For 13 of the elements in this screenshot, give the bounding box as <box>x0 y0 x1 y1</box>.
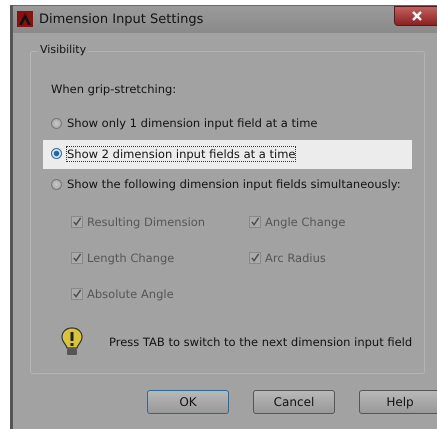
close-button[interactable] <box>394 6 437 26</box>
close-icon <box>411 11 423 21</box>
window-title: Dimension Input Settings <box>39 12 204 26</box>
hint-text: Press TAB to switch to the next dimension input field <box>109 334 412 348</box>
radio-option[interactable]: Show the following dimension input fields simultaneously: <box>51 177 401 191</box>
group-title: Visibility <box>38 43 88 56</box>
section-heading: When grip-stretching: <box>50 81 178 98</box>
dialog-button[interactable]: Help <box>359 390 437 414</box>
dialog-button[interactable]: Cancel <box>253 390 335 414</box>
app-logo-icon <box>17 11 33 27</box>
radio-option[interactable]: Show only 1 dimension input field at a time <box>51 116 318 130</box>
lightbulb-icon <box>61 326 83 356</box>
dialog-button[interactable]: OK <box>147 390 229 414</box>
